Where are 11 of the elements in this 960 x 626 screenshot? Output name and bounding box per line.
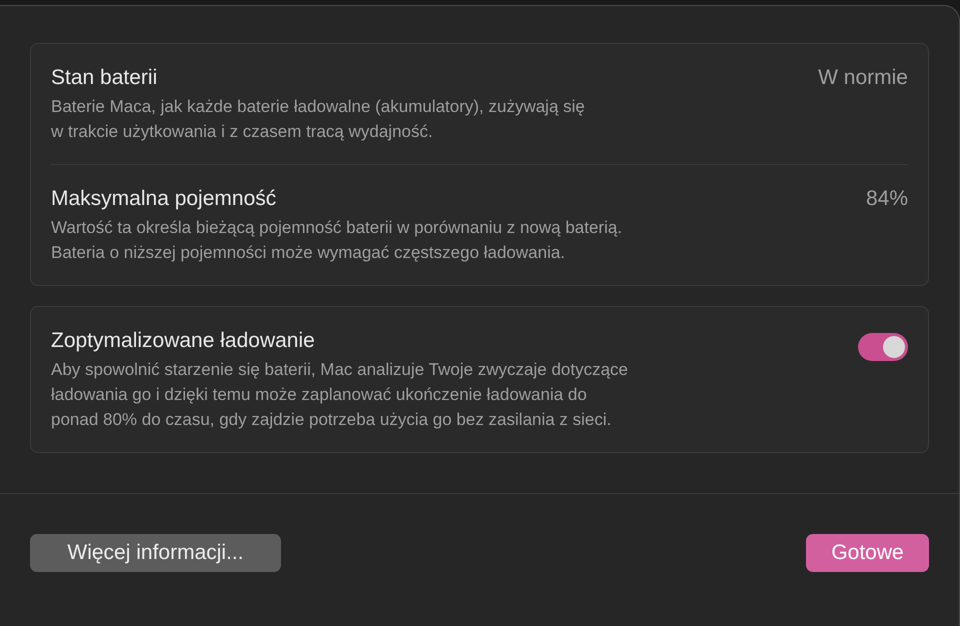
setting-title: Maksymalna pojemność [51,186,278,212]
setting-value: W normie [818,65,908,91]
done-button[interactable]: Gotowe [806,534,929,572]
setting-description: Wartość ta określa bieżącą pojemność baterii w porównaniu z nową baterią. Bateria o niższej pojemności może wymagać częstszego ładowania. [51,217,622,264]
toggle-switch[interactable] [858,333,908,361]
setting-title: Zoptymalizowane ładowanie [51,328,316,354]
more-info-button[interactable]: Więcej informacji... [30,534,281,572]
setting-title: Stan baterii [51,65,158,91]
setting-value: 84% [866,186,908,212]
setting-description: Baterie Maca, jak każde baterie ładowalne (akumulatory), zużywają się w trakcie użytkowania i z czasem tracą wydajność. [51,96,585,143]
setting-description: Aby spowolnić starzenie się baterii, Mac analizuje Twoje zwyczaje dotyczące ładowania go i dzięki temu może zaplanować ukończenie ładowania do ponad 80% do czasu, gdy zajdzie potrzeba użycia go bez zasilania z sieci. [51,359,628,431]
